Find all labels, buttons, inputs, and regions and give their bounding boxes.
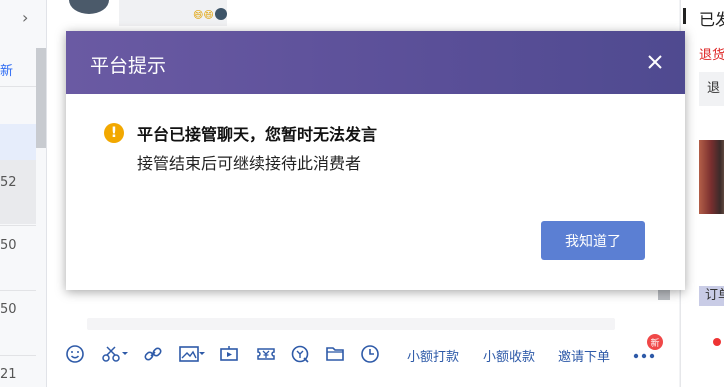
warning-icon: ! bbox=[104, 123, 124, 143]
acknowledge-button[interactable]: 我知道了 bbox=[541, 221, 645, 260]
workspace: › 新 52 50 50 21 😄😄 小额打款 小额收款 邀请下单 新 已发 退… bbox=[0, 0, 724, 387]
platform-notice-dialog: 平台提示 ! 平台已接管聊天，您暂时无法发言 接管结束后可继续接待此消费者 我知… bbox=[66, 31, 685, 290]
dialog-header: 平台提示 bbox=[66, 31, 685, 94]
close-icon[interactable] bbox=[644, 51, 666, 73]
dialog-title: 平台提示 bbox=[90, 55, 167, 77]
dialog-submessage: 接管结束后可继续接待此消费者 bbox=[137, 154, 362, 173]
dialog-message: 平台已接管聊天，您暂时无法发言 bbox=[137, 125, 378, 144]
